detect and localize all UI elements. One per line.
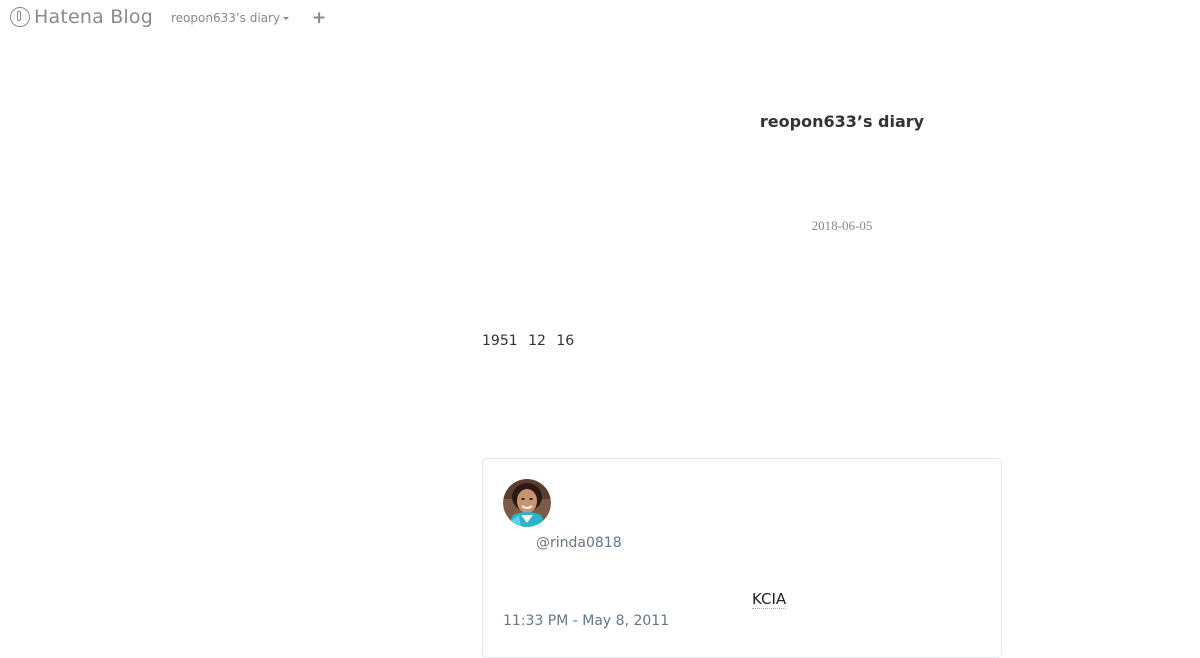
blog-switcher-label: reopon633’s diary bbox=[171, 11, 281, 25]
user-avatar[interactable] bbox=[503, 479, 551, 527]
global-header: Hatena Blog reopon633’s diary + bbox=[0, 0, 1200, 38]
tweet-user-handle[interactable]: @rinda0818 bbox=[536, 535, 622, 551]
avatar-image bbox=[503, 479, 551, 527]
logo-text: Hatena Blog bbox=[34, 6, 153, 28]
tweet-timestamp[interactable]: 11:33 PM - May 8, 2011 bbox=[503, 613, 669, 629]
embedded-tweet-card[interactable]: @rinda0818 KCIA 11:33 PM - May 8, 2011 bbox=[482, 458, 1002, 658]
blog-switcher-dropdown[interactable]: reopon633’s diary bbox=[171, 11, 290, 25]
entry-body-text: 1951 12 16 bbox=[482, 333, 575, 349]
caret-down-icon bbox=[283, 17, 290, 20]
hatena-blog-logo[interactable]: Hatena Blog bbox=[10, 6, 153, 28]
entry-date[interactable]: 2018-06-05 bbox=[782, 218, 902, 234]
hatena-logo-icon bbox=[10, 7, 30, 27]
tweet-text[interactable]: KCIA bbox=[752, 590, 787, 609]
plus-icon: + bbox=[312, 8, 327, 28]
blog-title[interactable]: reopon633’s diary bbox=[742, 112, 942, 131]
add-button[interactable]: + bbox=[312, 8, 326, 28]
